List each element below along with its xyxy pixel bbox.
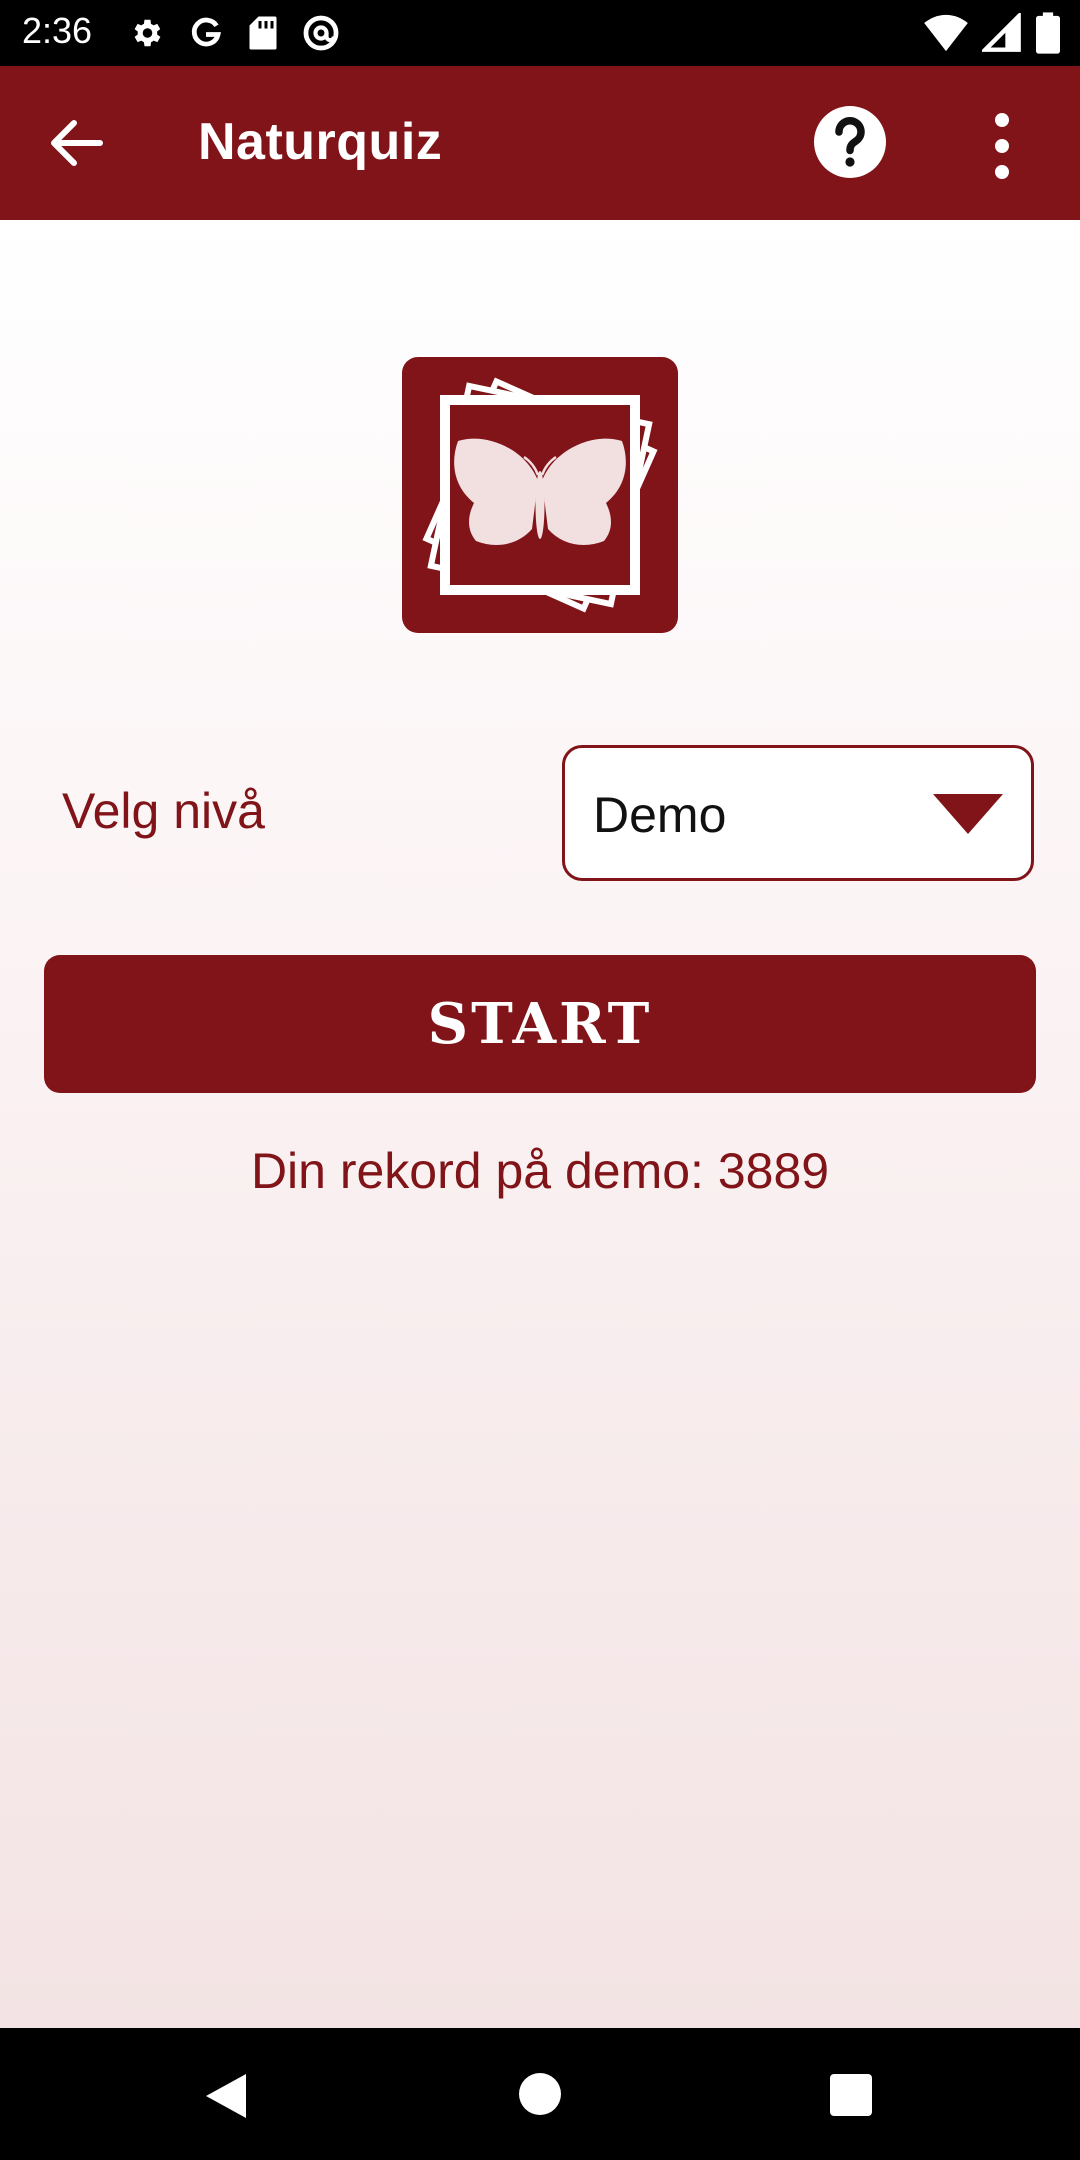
main-content: Velg nivå Demo START Din rekord på demo:… [0,220,1080,2028]
more-options-icon[interactable] [980,106,1024,186]
level-dropdown[interactable]: Demo [562,745,1034,881]
sd-card-icon [249,16,277,50]
level-label: Velg nivå [62,783,265,839]
help-icon[interactable] [810,102,890,182]
google-g-icon [191,17,221,47]
at-sign-icon [303,15,339,51]
butterfly-logo-icon [402,357,678,633]
status-icons-right [924,12,1060,54]
gear-icon [134,19,161,47]
record-text: Din rekord på demo: 3889 [250,1143,830,1199]
app-title: Naturquiz [198,113,443,171]
level-selected-value: Demo [593,787,727,843]
wifi-icon [924,14,968,52]
battery-icon [1036,12,1060,54]
start-button-label: START [427,991,653,1057]
status-bar: 2:36 [0,0,1080,66]
signal-icon [982,13,1021,52]
app-bar: Naturquiz [0,66,1080,220]
status-icons-left [128,14,340,52]
system-nav-bar [0,2028,1080,2160]
status-time: 2:36 [22,10,93,51]
nav-home-icon[interactable] [518,2072,562,2116]
nav-recents-icon[interactable] [830,2074,872,2116]
dropdown-arrow-icon [933,794,1003,834]
back-arrow-icon[interactable] [40,111,112,175]
start-button[interactable]: START [44,955,1036,1093]
nav-back-icon[interactable] [204,2072,248,2120]
